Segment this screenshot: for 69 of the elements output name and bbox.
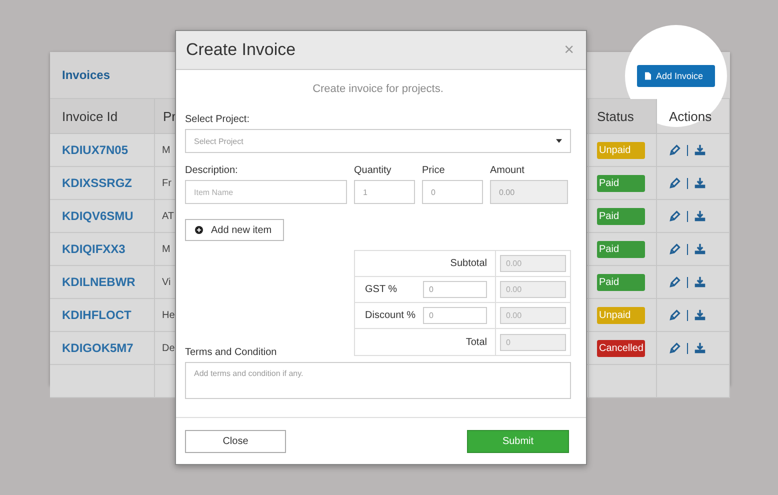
download-icon[interactable] (694, 243, 706, 255)
total-label: Discount % (365, 310, 416, 321)
total-label: Total (466, 336, 487, 348)
total-label: GST % (365, 284, 398, 295)
field-label: Price (422, 165, 446, 176)
field-label: Amount (490, 165, 526, 176)
description-field[interactable]: Item Name (185, 180, 347, 204)
column-header[interactable]: Status (589, 99, 657, 134)
column-header[interactable]: Invoice Id (50, 99, 155, 134)
invoice-id-link[interactable]: KDIUX7N05 (62, 143, 128, 157)
status-badge: Paid (597, 208, 645, 224)
table-cell: M (162, 244, 170, 254)
download-icon[interactable] (694, 309, 706, 321)
amount-field[interactable]: 0.00 (490, 180, 568, 204)
invoice-id-link[interactable]: KDIQIFXX3 (62, 242, 126, 256)
total-value-field[interactable]: 0.00 (500, 307, 566, 324)
document-icon (645, 72, 651, 80)
pencil-icon[interactable] (669, 309, 681, 321)
table-cell: Vi (162, 276, 171, 288)
status-badge: Unpaid (597, 142, 645, 158)
field-label: Description: (185, 165, 239, 176)
invoice-id-link[interactable]: KDIGOK5M7 (62, 341, 134, 355)
download-icon[interactable] (694, 342, 706, 354)
dialog-subtitle: Create invoice for projects. (312, 83, 444, 95)
status-badge: Unpaid (597, 306, 645, 324)
invoice-id-link[interactable]: KDIHFLOCT (62, 308, 132, 322)
card-title: Invoices (62, 68, 110, 82)
dialog-title: Create Invoice (186, 40, 296, 60)
invoice-id-link[interactable]: KDIQV6SMU (62, 209, 134, 223)
table-cell: M (162, 144, 170, 156)
add-invoice-button[interactable]: Add Invoice (637, 65, 715, 87)
field-label: Select Project: (185, 114, 250, 125)
pencil-icon[interactable] (669, 144, 681, 156)
pencil-icon[interactable] (669, 177, 681, 189)
quantity-field[interactable]: 1 (354, 180, 415, 204)
invoice-id-link[interactable]: KDIXSSRGZ (62, 176, 132, 190)
plus-circle-icon (195, 226, 203, 234)
percent-field[interactable]: 0 (423, 307, 487, 324)
invoice-id-link[interactable]: KDILNEBWR (62, 275, 136, 289)
table-cell: He (162, 310, 175, 320)
table-cell: AT (162, 210, 174, 222)
total-value-field[interactable]: 0 (500, 334, 566, 350)
field-label: Terms and Condition (185, 347, 278, 358)
status-badge: Paid (597, 174, 645, 192)
download-icon[interactable] (694, 144, 706, 156)
total-label: Subtotal (450, 258, 487, 269)
price-field[interactable]: 0 (422, 180, 483, 204)
pencil-icon[interactable] (669, 210, 681, 222)
download-icon[interactable] (694, 210, 706, 222)
caret-icon (556, 139, 562, 143)
total-value-field[interactable]: 0.00 (500, 281, 566, 298)
download-icon[interactable] (694, 276, 706, 288)
pencil-icon[interactable] (669, 342, 681, 354)
add-item-button[interactable]: Add new item (185, 219, 284, 241)
pencil-icon[interactable] (669, 276, 681, 288)
status-badge: Cancelled (597, 340, 645, 356)
percent-field[interactable]: 0 (423, 281, 487, 298)
status-badge: Paid (597, 274, 645, 290)
table-cell: Fr (162, 178, 172, 188)
pencil-icon[interactable] (669, 243, 681, 255)
project-select[interactable]: Select Project (185, 129, 571, 153)
submit-button[interactable]: Submit (467, 430, 569, 452)
download-icon[interactable] (694, 177, 706, 189)
close-button[interactable]: Close (185, 430, 286, 452)
total-value-field[interactable]: 0.00 (500, 255, 566, 272)
table-cell: De (162, 342, 175, 354)
terms-field[interactable]: Add terms and condition if any. (185, 362, 571, 399)
status-badge: Paid (597, 240, 645, 258)
field-label: Quantity (354, 165, 392, 176)
